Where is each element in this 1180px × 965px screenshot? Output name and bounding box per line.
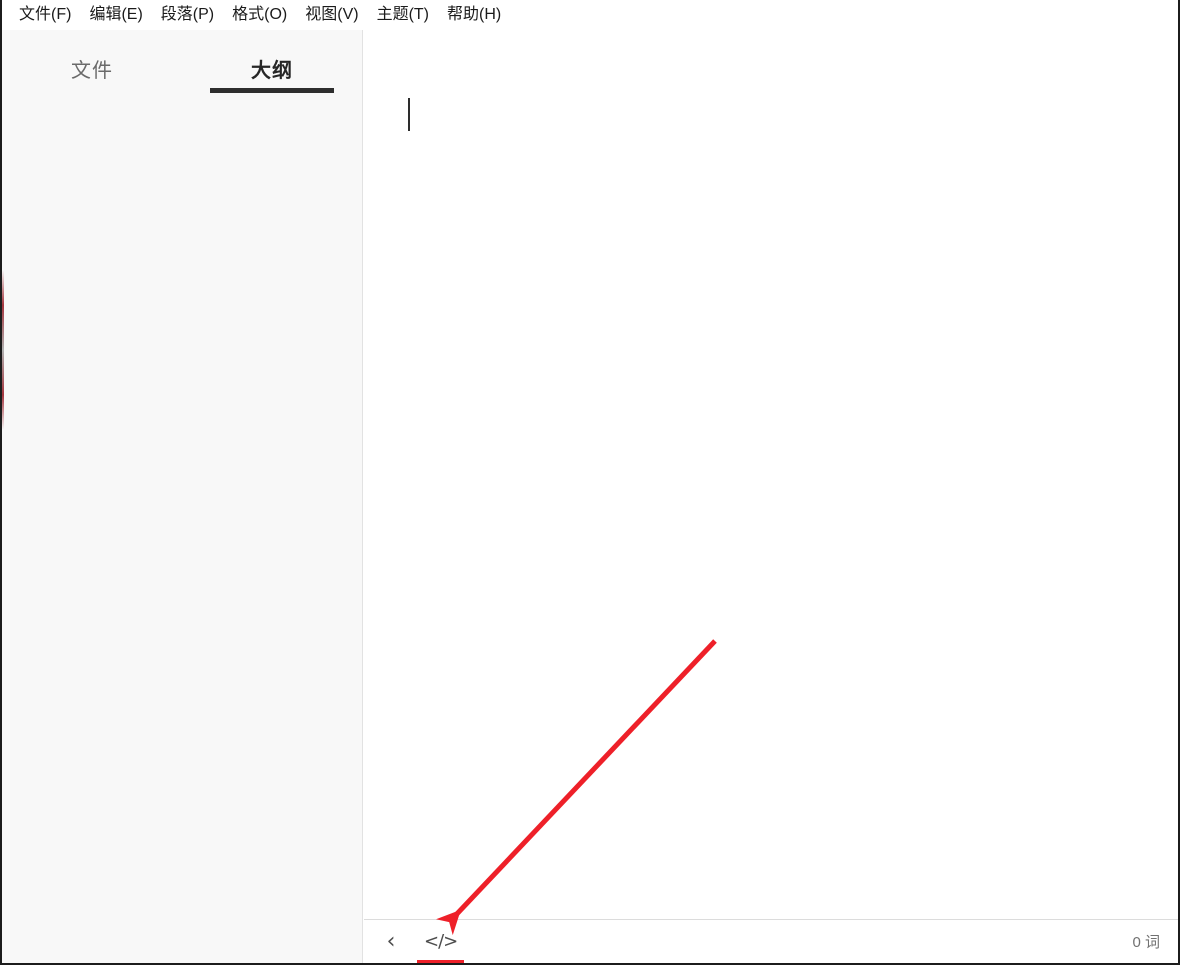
menu-help[interactable]: 帮助(H) xyxy=(438,0,510,30)
status-bar-left-group: ‹ </> xyxy=(378,928,465,963)
sidebar-outline-list[interactable] xyxy=(2,98,362,963)
menu-file[interactable]: 文件(F) xyxy=(10,0,80,30)
sidebar-tab-files[interactable]: 文件 xyxy=(2,30,182,83)
workspace: 文件 大纲 ‹ </> 0 词 xyxy=(2,30,1178,963)
sidebar-toggle-button[interactable]: ‹ xyxy=(378,928,404,956)
editor-text-area[interactable] xyxy=(364,30,1178,919)
menu-view[interactable]: 视图(V) xyxy=(296,0,367,30)
app-window: 文件(F) 编辑(E) 段落(P) 格式(O) 视图(V) 主题(T) 帮助(H… xyxy=(0,0,1180,965)
sidebar-panel: 文件 大纲 xyxy=(2,30,363,963)
sidebar-tab-files-label: 文件 xyxy=(71,60,113,82)
source-code-mode-button[interactable]: </> xyxy=(416,928,465,963)
sidebar-tab-outline-label: 大纲 xyxy=(251,60,293,82)
menu-paragraph[interactable]: 段落(P) xyxy=(152,0,223,30)
editor-pane: ‹ </> 0 词 xyxy=(364,30,1178,963)
menu-bar: 文件(F) 编辑(E) 段落(P) 格式(O) 视图(V) 主题(T) 帮助(H… xyxy=(2,0,1178,30)
status-bar: ‹ </> 0 词 xyxy=(364,919,1178,963)
menu-edit[interactable]: 编辑(E) xyxy=(80,0,151,30)
word-count-label: 0 词 xyxy=(1132,934,1160,951)
sidebar-tab-outline[interactable]: 大纲 xyxy=(182,30,362,83)
chevron-left-icon: ‹ xyxy=(386,928,396,954)
menu-theme[interactable]: 主题(T) xyxy=(368,0,438,30)
code-source-icon: </> xyxy=(424,930,458,952)
menu-format[interactable]: 格式(O) xyxy=(223,0,296,30)
text-caret xyxy=(408,98,410,131)
sidebar-tab-bar: 文件 大纲 xyxy=(2,30,362,98)
